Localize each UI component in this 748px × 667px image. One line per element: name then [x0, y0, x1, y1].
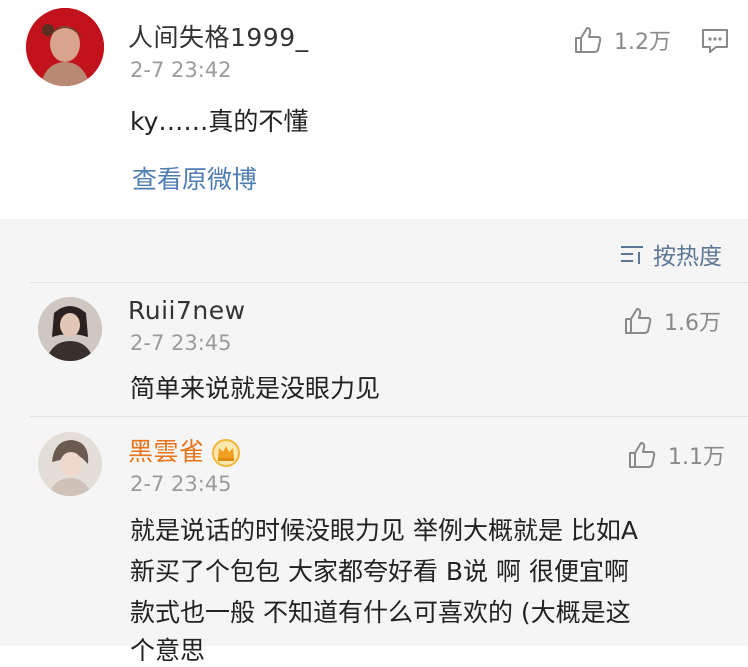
thumbs-up-icon [629, 442, 656, 468]
comment-timestamp: 2-7 23:45 [130, 331, 232, 355]
comments-section: 按热度 Ruii7new 2-7 23:45 简单来说就是没眼力见 1.6万 黑… [0, 219, 748, 665]
divider [30, 416, 748, 417]
avatar-image-icon [38, 432, 102, 496]
comment-icon[interactable] [700, 26, 730, 56]
comment-text: 简单来说就是没眼力见 [130, 374, 381, 403]
comment-text-line: 个意思 [130, 636, 206, 665]
post-timestamp: 2-7 23:42 [130, 58, 232, 82]
comment-avatar[interactable] [38, 432, 102, 496]
thumbs-up-icon [625, 308, 652, 334]
comment-avatar[interactable] [38, 297, 102, 361]
comment-like-button[interactable]: 1.1万 [626, 439, 725, 471]
post-content: ky……真的不懂 [130, 107, 309, 136]
comment-like-button[interactable]: 1.6万 [622, 305, 721, 337]
post-like-count: 1.2万 [614, 30, 671, 55]
comment-username[interactable]: 黑雲雀 [128, 437, 205, 466]
sort-icon [621, 246, 643, 264]
comment-text-line: 新买了个包包 大家都夸好看 B说 啊 很便宜啊 [130, 557, 629, 586]
view-original-link[interactable]: 查看原微博 [132, 160, 257, 196]
thumbs-up-icon [575, 27, 602, 53]
sort-label: 按热度 [653, 244, 722, 270]
comment-username-row: 黑雲雀 [128, 432, 241, 468]
comment-text-line: 就是说话的时候没眼力见 举例大概就是 比如A [130, 516, 638, 545]
comment-like-count: 1.1万 [668, 445, 725, 470]
main-post: 人间失格1999_ 2-7 23:42 ky……真的不懂 查看原微博 1.2万 [0, 0, 748, 219]
post-like-button[interactable]: 1.2万 [572, 24, 671, 56]
avatar-image-icon [26, 8, 104, 86]
comment-username[interactable]: Ruii7new [128, 296, 246, 325]
comment-timestamp: 2-7 23:45 [130, 472, 232, 496]
sort-by-hot-button[interactable]: 按热度 [619, 237, 722, 271]
avatar-image-icon [38, 297, 102, 361]
divider [30, 282, 748, 283]
avatar[interactable] [26, 8, 104, 86]
comment-text-line: 款式也一般 不知道有什么可喜欢的 (大概是这 [130, 598, 631, 627]
post-username[interactable]: 人间失格1999_ [128, 18, 309, 54]
comment-like-count: 1.6万 [664, 311, 721, 336]
crown-badge-icon [211, 439, 240, 467]
